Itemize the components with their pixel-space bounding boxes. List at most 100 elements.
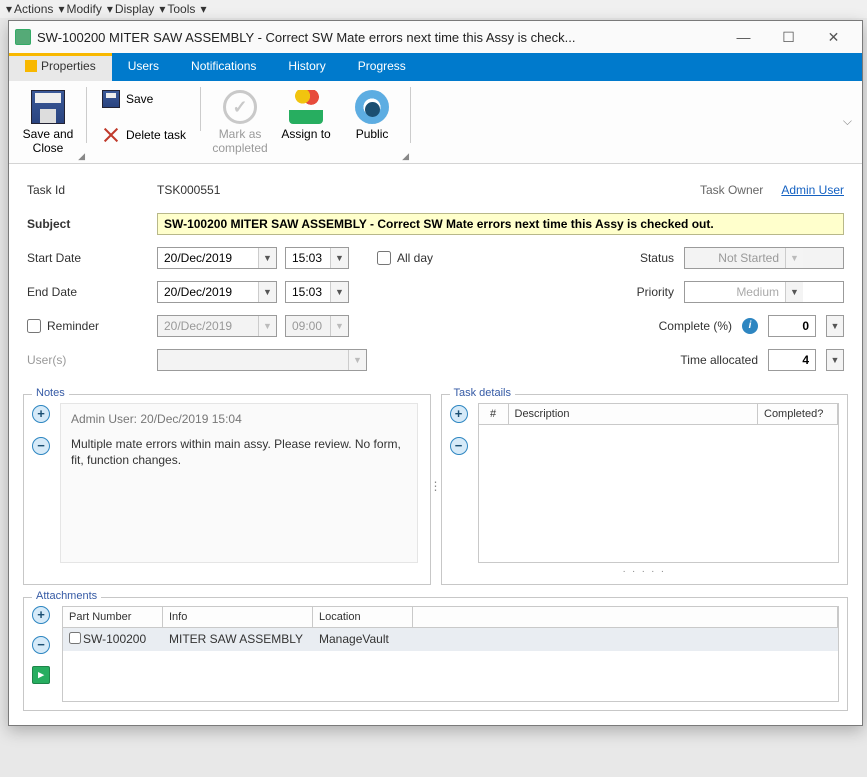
minimize-button[interactable]: —	[721, 29, 766, 45]
task-id-label: Task Id	[27, 183, 157, 197]
start-date-input[interactable]: ▼	[157, 247, 277, 269]
delete-icon	[102, 126, 120, 144]
priority-label: Priority	[564, 285, 674, 299]
eye-icon	[355, 90, 389, 124]
info-icon[interactable]: i	[742, 318, 758, 334]
col-completed[interactable]: Completed?	[758, 404, 838, 424]
end-time-input[interactable]: ▼	[285, 281, 349, 303]
remove-note-button[interactable]: −	[32, 437, 50, 455]
background-menu: ▾Actions ▾Modify ▾Display ▾Tools ▾	[0, 0, 867, 18]
tab-properties[interactable]: Properties	[9, 53, 112, 81]
remove-detail-button[interactable]: −	[450, 437, 468, 455]
users-combo: ▼	[157, 349, 367, 371]
add-note-button[interactable]: +	[32, 405, 50, 423]
assign-to-button[interactable]: Assign to	[273, 85, 339, 161]
details-table[interactable]: # Description Completed?	[478, 403, 840, 563]
start-time-input[interactable]: ▼	[285, 247, 349, 269]
tab-users[interactable]: Users	[112, 53, 175, 81]
tab-bar: Properties Users Notifications History P…	[9, 53, 862, 81]
notes-legend: Notes	[32, 387, 69, 399]
time-allocated-input[interactable]	[768, 349, 816, 371]
time-allocated-label: Time allocated	[648, 353, 758, 367]
subject-field[interactable]: SW-100200 MITER SAW ASSEMBLY - Correct S…	[157, 213, 844, 235]
table-row[interactable]: SW-100200 MITER SAW ASSEMBLY ManageVault	[63, 628, 838, 651]
all-day-label: All day	[397, 251, 433, 265]
window-title: SW-100200 MITER SAW ASSEMBLY - Correct S…	[37, 30, 721, 45]
form-pane: Task Id TSK000551 Task Owner Admin User …	[9, 164, 862, 388]
cell-location: ManageVault	[313, 628, 413, 651]
complete-input[interactable]	[768, 315, 816, 337]
collapse-ribbon-button[interactable]: ⌵	[833, 108, 862, 135]
add-attachment-button[interactable]: +	[32, 606, 50, 624]
open-attachment-button[interactable]: ▸	[32, 666, 50, 684]
close-button[interactable]: ✕	[811, 29, 856, 46]
tab-notifications[interactable]: Notifications	[175, 53, 272, 81]
save-icon	[31, 90, 65, 124]
subject-label: Subject	[27, 217, 157, 231]
complete-label: Complete (%)	[622, 319, 732, 333]
chevron-down-icon: ▼	[258, 316, 276, 336]
reminder-checkbox[interactable]	[27, 319, 41, 333]
notes-fieldset: Notes + − Admin User: 20/Dec/2019 15:04 …	[23, 394, 431, 585]
col-part-number[interactable]: Part Number	[63, 607, 163, 627]
group-launcher[interactable]: ◢	[78, 151, 85, 162]
priority-combo[interactable]: ▼	[684, 281, 844, 303]
splitter-vertical[interactable]: ⋮	[431, 388, 441, 585]
col-description[interactable]: Description	[509, 404, 759, 424]
time-allocated-spinner[interactable]: ▼	[826, 349, 844, 371]
all-day-checkbox[interactable]	[377, 251, 391, 265]
save-button[interactable]: Save	[93, 85, 195, 113]
check-icon	[223, 90, 257, 124]
chevron-down-icon[interactable]: ▼	[827, 316, 843, 336]
cell-part: SW-100200	[77, 628, 163, 651]
splitter-horizontal[interactable]: . . . . .	[450, 563, 840, 576]
save-icon	[102, 90, 120, 108]
end-date-label: End Date	[27, 285, 157, 299]
task-owner-label: Task Owner	[700, 183, 763, 197]
col-info[interactable]: Info	[163, 607, 313, 627]
ribbon: Save and Close ◢ Save Delete task Mark a…	[9, 81, 862, 163]
col-location[interactable]: Location	[313, 607, 413, 627]
reminder-date-input: ▼	[157, 315, 277, 337]
note-card[interactable]: Admin User: 20/Dec/2019 15:04 Multiple m…	[60, 403, 418, 563]
tab-progress[interactable]: Progress	[342, 53, 422, 81]
chevron-down-icon[interactable]: ▼	[330, 282, 348, 302]
users-label: User(s)	[27, 353, 157, 367]
chevron-down-icon[interactable]: ▼	[785, 282, 803, 302]
task-details-fieldset: Task details + − # Description Completed…	[441, 394, 849, 585]
chevron-down-icon[interactable]: ▼	[258, 248, 276, 268]
start-date-label: Start Date	[27, 251, 157, 265]
add-detail-button[interactable]: +	[450, 405, 468, 423]
mark-as-completed-button: Mark as completed	[207, 85, 273, 161]
status-combo[interactable]: ▼	[684, 247, 844, 269]
chevron-down-icon[interactable]: ▼	[258, 282, 276, 302]
chevron-down-icon[interactable]: ▼	[785, 248, 803, 268]
attachments-table[interactable]: Part Number Info Location SW-100200 MITE…	[62, 606, 839, 702]
remove-attachment-button[interactable]: −	[32, 636, 50, 654]
attachments-fieldset: Attachments + − ▸ Part Number Info Locat…	[23, 597, 848, 711]
tab-history[interactable]: History	[272, 53, 341, 81]
status-label: Status	[564, 251, 674, 265]
delete-task-button[interactable]: Delete task	[93, 121, 195, 149]
task-details-legend: Task details	[450, 387, 515, 399]
group-launcher[interactable]: ◢	[402, 151, 409, 162]
task-id-value: TSK000551	[157, 183, 220, 197]
chevron-down-icon: ▼	[330, 316, 348, 336]
chevron-down-icon: ▼	[348, 350, 366, 370]
cell-info: MITER SAW ASSEMBLY	[163, 628, 313, 651]
task-owner-link[interactable]: Admin User	[781, 183, 844, 197]
public-button[interactable]: Public	[339, 85, 405, 161]
chevron-down-icon[interactable]: ▼	[827, 350, 843, 370]
end-date-input[interactable]: ▼	[157, 281, 277, 303]
titlebar: SW-100200 MITER SAW ASSEMBLY - Correct S…	[9, 21, 862, 53]
reminder-time-input: ▼	[285, 315, 349, 337]
save-and-close-button[interactable]: Save and Close	[15, 85, 81, 161]
col-hash[interactable]: #	[479, 404, 509, 424]
complete-spinner[interactable]: ▼	[826, 315, 844, 337]
note-meta: Admin User: 20/Dec/2019 15:04	[71, 412, 407, 426]
chevron-down-icon[interactable]: ▼	[330, 248, 348, 268]
note-text: Multiple mate errors within main assy. P…	[71, 436, 407, 468]
assign-icon	[289, 90, 323, 124]
maximize-button[interactable]: ☐	[766, 29, 811, 46]
attachments-legend: Attachments	[32, 590, 101, 602]
